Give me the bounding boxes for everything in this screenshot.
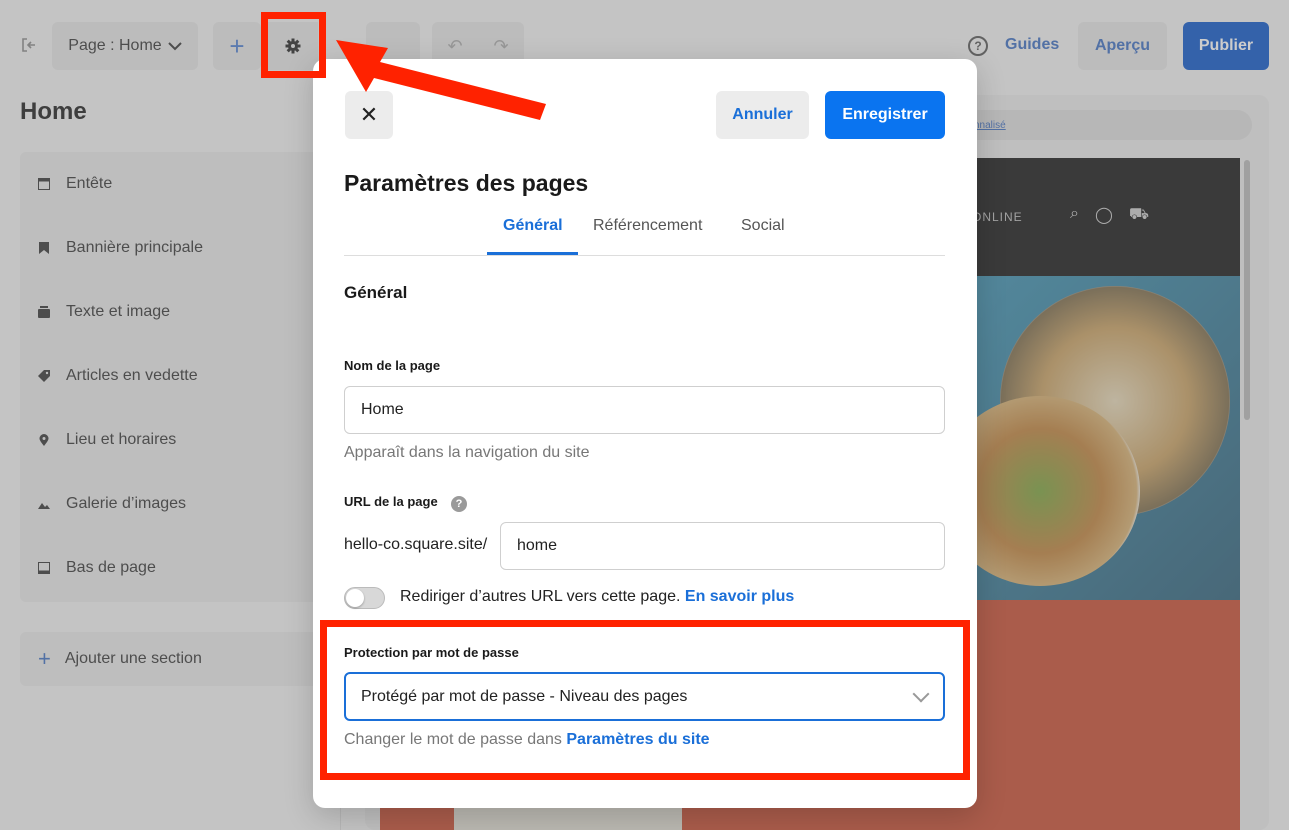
question-icon[interactable]: ? [451,496,467,512]
redirect-text: Rediriger d’autres URL vers cette page. [400,588,681,605]
page-name-value: Home [361,401,404,418]
tab-social[interactable]: Social [741,217,785,235]
tab-seo[interactable]: Référencement [593,217,702,235]
cancel-button[interactable]: Annuler [716,91,809,139]
learn-more-link[interactable]: En savoir plus [685,588,794,605]
page-url-field[interactable]: home [500,522,945,570]
page-name-field[interactable]: Home [344,386,945,434]
page-name-help: Apparaît dans la navigation du site [344,444,590,461]
modal-title: Paramètres des pages [344,170,589,196]
page-url-label: URL de la page [344,494,438,509]
page-url-prefix: hello-co.square.site/ [344,536,488,553]
save-button[interactable]: Enregistrer [825,91,945,139]
page-name-label: Nom de la page [344,358,441,373]
toggle-knob [346,589,364,607]
gear-highlight-box [261,12,326,78]
password-highlight-box [320,620,970,780]
arrow-annotation [336,40,546,120]
settings-tabs: Général Référencement Social [344,209,945,256]
page-url-value: home [517,537,558,554]
tab-general[interactable]: Général [503,217,563,235]
redirect-label: Rediriger d’autres URL vers cette page. … [400,588,794,606]
active-tab-indicator [487,252,578,255]
section-heading: Général [344,283,408,302]
redirect-toggle[interactable] [344,587,385,609]
